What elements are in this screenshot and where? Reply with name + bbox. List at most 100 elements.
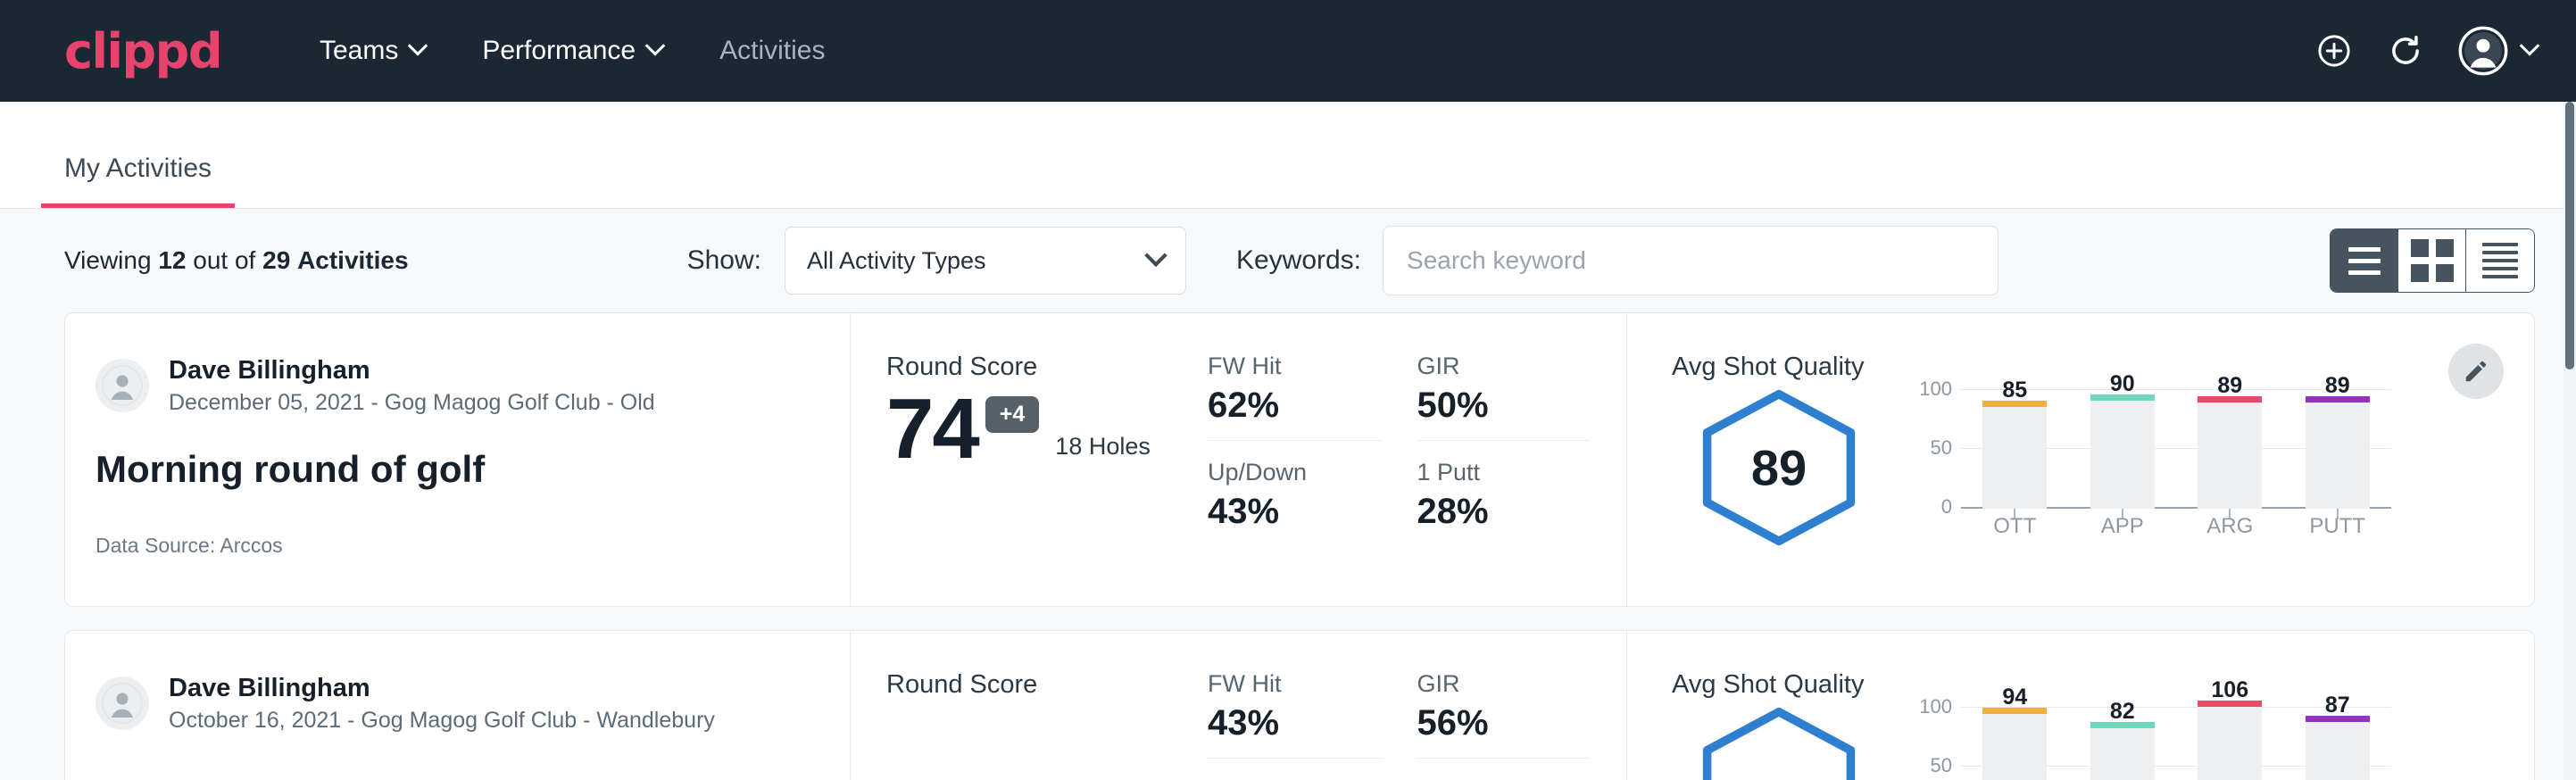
list-view-icon xyxy=(2348,247,2381,275)
pencil-icon xyxy=(2463,358,2489,385)
x-label-ott: OTT xyxy=(1982,514,2047,539)
activity-card-list: Dave Billingham December 05, 2021 - Gog … xyxy=(0,312,2576,780)
bar-value-ott: 85 xyxy=(1982,378,2047,403)
view-mode-toggle xyxy=(2330,228,2535,293)
stats-column: FW Hit 43% GIR 56% xyxy=(1208,631,1627,780)
bar-value-putt: 87 xyxy=(2306,693,2370,718)
activity-author: Dave Billingham October 16, 2021 - Gog M… xyxy=(96,672,850,734)
grid-view-icon xyxy=(2411,239,2454,282)
bar-ott: 94 xyxy=(1982,714,2047,780)
activity-info-column: Dave Billingham December 05, 2021 - Gog … xyxy=(65,313,851,606)
chart-bar-group: 85 xyxy=(1982,387,2047,509)
plus-circle-icon[interactable] xyxy=(2315,32,2353,70)
nav-item-activities[interactable]: Activities xyxy=(691,0,853,102)
account-menu[interactable] xyxy=(2458,26,2537,76)
activity-type-select-value: All Activity Types xyxy=(807,247,986,275)
stat-fw-hit-value: 43% xyxy=(1208,703,1357,743)
activity-author: Dave Billingham December 05, 2021 - Gog … xyxy=(96,354,850,416)
chart-y-axis: 100 50 0 xyxy=(1909,387,1959,509)
nav-item-performance[interactable]: Performance xyxy=(453,0,691,102)
round-score-column: Round Score xyxy=(851,631,1208,780)
page-scrollbar[interactable] xyxy=(2564,102,2576,780)
nav-item-teams-label: Teams xyxy=(320,0,398,102)
nav-item-activities-label: Activities xyxy=(719,0,825,102)
bar-arg: 106 xyxy=(2198,707,2262,780)
stat-one-putt: 1 Putt 28% xyxy=(1417,459,1627,532)
avg-shot-quality-body: 100 50 0 94 82 106 87 xyxy=(1672,705,2534,780)
stat-gir: GIR 50% xyxy=(1417,353,1591,441)
viewing-mid: out of xyxy=(193,246,255,274)
round-score-label: Round Score xyxy=(886,353,1208,382)
activity-type-select[interactable]: All Activity Types xyxy=(785,227,1186,295)
stat-gir: GIR 56% xyxy=(1417,670,1591,759)
person-icon xyxy=(101,364,144,407)
holes-played: 18 Holes xyxy=(1055,433,1151,461)
y-tick-50: 50 xyxy=(1931,754,1952,777)
page-scrollbar-thumb[interactable] xyxy=(2565,102,2574,369)
x-label-app: APP xyxy=(2090,514,2155,539)
avg-shot-quality-value: 89 xyxy=(1751,439,1807,497)
shot-quality-bar-chart: 100 50 0 85 90 89 89 xyxy=(1909,387,2391,557)
bar-value-app: 82 xyxy=(2090,699,2155,725)
refresh-icon[interactable] xyxy=(2387,32,2424,70)
x-label-arg: ARG xyxy=(2198,514,2262,539)
chart-x-labels: OTT APP ARG PUTT xyxy=(1961,514,2391,539)
show-label: Show: xyxy=(687,245,761,276)
view-mode-list-button[interactable] xyxy=(2331,229,2398,292)
top-nav-actions xyxy=(2315,26,2537,76)
brand-logo[interactable]: clippd xyxy=(64,23,221,79)
y-tick-50: 50 xyxy=(1931,436,1952,460)
avg-shot-quality-column: Avg Shot Quality 100 50 0 xyxy=(1627,631,2534,780)
bar-ott: 85 xyxy=(1982,407,2047,509)
chart-bar-group: 94 xyxy=(1982,705,2047,780)
chart-bar-group: 87 xyxy=(2306,705,2370,780)
viewing-total: 29 xyxy=(262,246,290,274)
tab-strip: My Activities xyxy=(0,102,2576,209)
bar-arg: 89 xyxy=(2198,402,2262,509)
stat-fw-hit-label: FW Hit xyxy=(1208,670,1357,698)
activity-data-source: Data Source: Arccos xyxy=(96,534,850,558)
view-mode-compact-button[interactable] xyxy=(2466,229,2534,292)
avg-shot-quality-label: Avg Shot Quality xyxy=(1672,670,2534,700)
nav-item-teams[interactable]: Teams xyxy=(291,0,453,102)
player-name: Dave Billingham xyxy=(169,354,655,386)
viewing-prefix: Viewing xyxy=(64,246,152,274)
bar-value-app: 90 xyxy=(2090,371,2155,397)
account-avatar-icon xyxy=(2458,26,2508,76)
stat-gir-value: 56% xyxy=(1417,703,1566,743)
view-mode-grid-button[interactable] xyxy=(2398,229,2466,292)
hexagon-icon xyxy=(1692,705,1866,780)
chart-bar-group: 90 xyxy=(2090,387,2155,509)
round-score-row: 74 +4 18 Holes xyxy=(886,386,1208,473)
chevron-down-icon xyxy=(408,36,428,56)
x-label-putt: PUTT xyxy=(2306,514,2370,539)
bar-app: 82 xyxy=(2090,728,2155,780)
bar-value-putt: 89 xyxy=(2306,373,2370,399)
stat-one-putt-label: 1 Putt xyxy=(1417,459,1602,486)
activity-card[interactable]: Dave Billingham October 16, 2021 - Gog M… xyxy=(64,630,2535,780)
chart-bar-group: 106 xyxy=(2198,705,2262,780)
y-tick-0: 0 xyxy=(1941,495,1952,519)
activity-card[interactable]: Dave Billingham December 05, 2021 - Gog … xyxy=(64,312,2535,607)
quality-hexagon xyxy=(1672,705,1886,780)
edit-activity-button[interactable] xyxy=(2448,344,2504,399)
tab-my-activities[interactable]: My Activities xyxy=(41,154,235,208)
viewing-count: 12 xyxy=(158,246,186,274)
stat-gir-value: 50% xyxy=(1417,386,1566,426)
bar-app: 90 xyxy=(2090,401,2155,509)
avatar xyxy=(96,676,149,730)
chevron-down-icon xyxy=(2520,36,2540,56)
stat-fw-hit-label: FW Hit xyxy=(1208,353,1357,380)
search-input[interactable] xyxy=(1383,226,1998,295)
avg-shot-quality-body: 89 100 50 0 85 90 8 xyxy=(1672,387,2534,557)
viewing-suffix: Activities xyxy=(297,246,409,274)
bar-value-arg: 89 xyxy=(2198,373,2262,399)
person-icon xyxy=(101,682,144,725)
y-tick-100: 100 xyxy=(1919,695,1952,718)
y-tick-100: 100 xyxy=(1919,378,1952,401)
score-to-par-badge: +4 xyxy=(985,396,1040,433)
chart-plot-area: 85 90 89 89 xyxy=(1961,387,2391,509)
bar-putt: 87 xyxy=(2306,722,2370,780)
stat-one-putt-value: 28% xyxy=(1417,492,1602,532)
player-name: Dave Billingham xyxy=(169,672,715,704)
